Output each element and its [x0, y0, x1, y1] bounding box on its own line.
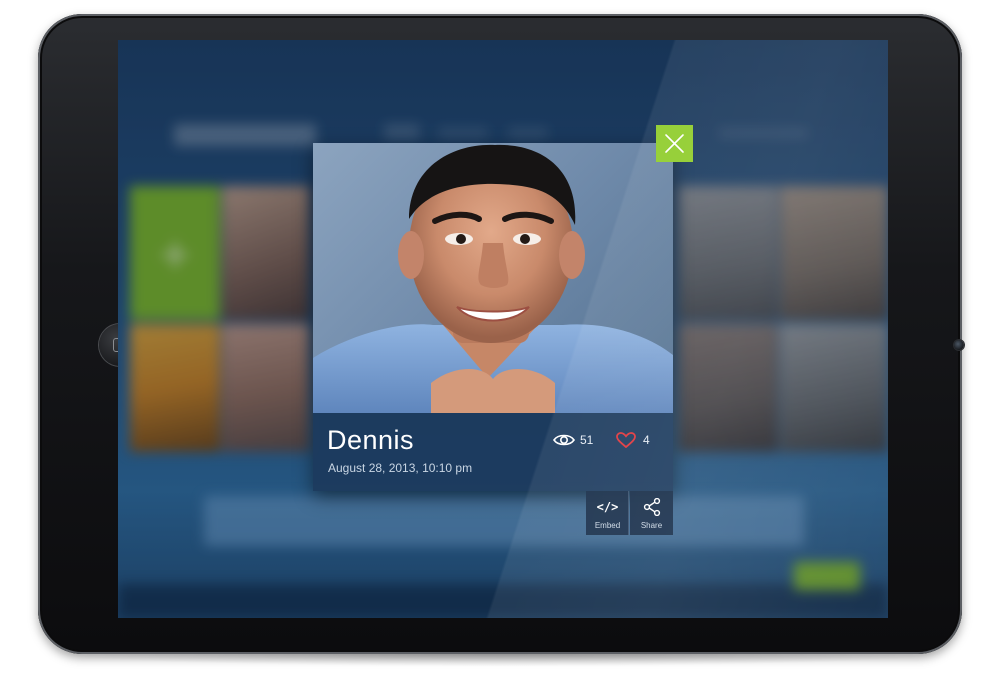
person-name: Dennis	[327, 425, 415, 455]
photo-card: Dennis August 28, 2013, 10:10 pm 51 4	[313, 143, 673, 491]
share-icon	[630, 497, 673, 517]
profile-photo[interactable]	[313, 143, 673, 413]
likes-count: 4	[643, 433, 650, 447]
embed-button[interactable]: </> Embed	[586, 491, 629, 535]
close-button[interactable]	[656, 125, 693, 162]
photo-info-panel: Dennis August 28, 2013, 10:10 pm 51 4	[313, 413, 673, 491]
views-stat: 51	[553, 432, 593, 448]
close-icon	[665, 134, 684, 153]
heart-icon[interactable]	[616, 432, 638, 449]
embed-label: Embed	[594, 521, 621, 530]
eye-icon	[553, 432, 575, 448]
views-count: 51	[580, 433, 594, 447]
camera-icon	[954, 340, 964, 350]
portrait-illustration	[313, 144, 673, 413]
likes-stat[interactable]: 4	[616, 432, 650, 449]
share-button[interactable]: Share	[630, 491, 673, 535]
photo-date: August 28, 2013, 10:10 pm	[328, 461, 473, 475]
tablet-screen: Dennis August 28, 2013, 10:10 pm 51 4 </…	[118, 40, 888, 618]
code-icon: </>	[596, 500, 619, 514]
share-label: Share	[640, 521, 663, 530]
